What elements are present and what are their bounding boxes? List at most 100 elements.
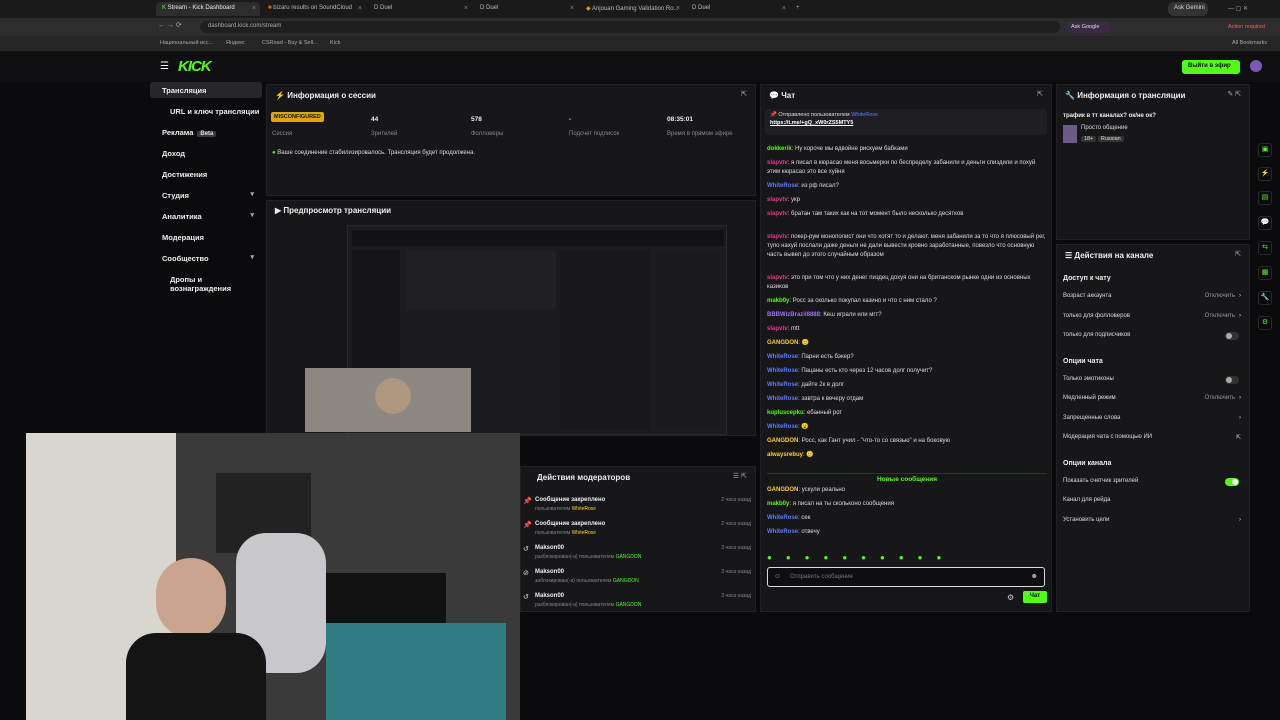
sidebar-item-analytics[interactable]: Аналитика ▾: [150, 208, 262, 224]
chat-username[interactable]: WhiteRose: [767, 382, 798, 388]
close-icon[interactable]: ×: [252, 5, 256, 12]
chat-username[interactable]: WhiteRose: [767, 368, 798, 374]
setting-value[interactable]: ⇱: [1232, 434, 1241, 441]
browser-tab[interactable]: D Duel ×: [474, 2, 578, 16]
expand-icon[interactable]: ☰ ⇱: [733, 472, 747, 480]
channel-setting-row[interactable]: Канал для рейда: [1057, 497, 1251, 511]
sidebar-item-studio[interactable]: Студия ▾: [150, 187, 262, 203]
chat-username[interactable]: GANGDON: [767, 340, 798, 346]
close-icon[interactable]: ×: [570, 5, 574, 12]
bookmark[interactable]: Kick: [330, 40, 340, 46]
setting-value[interactable]: Отключить ›: [1205, 395, 1241, 401]
channel-setting-row[interactable]: Медленный режим Отключить ›: [1057, 395, 1251, 409]
setting-value[interactable]: ›: [1235, 517, 1241, 523]
kick-logo[interactable]: KICK: [178, 58, 212, 75]
chat-username[interactable]: slapvtv: [767, 160, 788, 166]
edit-icon[interactable]: ✎ ⇱: [1227, 90, 1241, 98]
setting-value[interactable]: [1237, 497, 1241, 503]
smile-icon[interactable]: ☻: [1031, 573, 1038, 580]
chat-username[interactable]: slapvtv: [767, 234, 788, 240]
rail-icon[interactable]: 🔧: [1258, 291, 1272, 305]
nav-buttons[interactable]: ← → ⟳: [158, 21, 182, 29]
chat-username[interactable]: WhiteRose: [767, 396, 798, 402]
sidebar-item-url-key[interactable]: URL и ключ трансляции: [150, 103, 262, 119]
pinned-link[interactable]: https://t.me/+gQ_xW0rZS5MTY5: [770, 120, 1042, 126]
channel-setting-row[interactable]: Модерация чата с помощью ИИ ⇱: [1057, 434, 1251, 448]
expand-icon[interactable]: ⇱: [741, 90, 747, 98]
mod-action-user[interactable]: WhiteRose: [572, 506, 596, 512]
mod-action-user[interactable]: GANGDON: [613, 578, 639, 584]
gear-icon[interactable]: ⚙: [1007, 593, 1014, 602]
setting-value[interactable]: Отключить ›: [1205, 313, 1241, 319]
rail-icon[interactable]: ⚡: [1258, 167, 1272, 181]
chat-username[interactable]: dokkerik: [767, 146, 792, 152]
window-controls[interactable]: — ▢ ✕: [1222, 2, 1272, 16]
bookmark[interactable]: CSRoad - Buy & Sell...: [262, 40, 318, 46]
url-field[interactable]: dashboard.kick.com/stream: [200, 21, 1060, 33]
expand-icon[interactable]: ⇱: [1037, 90, 1043, 98]
toggle-switch[interactable]: [1225, 375, 1239, 384]
bookmark[interactable]: Яндекс: [226, 40, 245, 46]
browser-tab-active[interactable]: K Stream - Kick Dashboard ×: [156, 2, 260, 16]
mod-action-title[interactable]: Makson00: [535, 545, 564, 551]
channel-setting-row[interactable]: Запрещенные слова ›: [1057, 415, 1251, 429]
mod-action-user[interactable]: GANGDON: [616, 602, 642, 608]
sidebar-item-stream[interactable]: Трансляция: [150, 82, 262, 98]
action-required-label[interactable]: Action required: [1226, 22, 1274, 33]
channel-setting-row[interactable]: Возраст аккаунта Отключить ›: [1057, 293, 1251, 307]
mod-action-user[interactable]: GANGDON: [616, 554, 642, 560]
channel-setting-row[interactable]: только для подписчиков: [1057, 332, 1251, 346]
gemini-button[interactable]: Ask Gemini: [1168, 2, 1208, 16]
chat-username[interactable]: slapvtv: [767, 197, 788, 203]
chat-username[interactable]: kupluscepku: [767, 410, 804, 416]
emote-bar[interactable]: ●●●●●●●●●●: [767, 553, 1047, 563]
chat-username[interactable]: WhiteRose: [767, 424, 798, 430]
chat-username[interactable]: GANGDON: [767, 487, 798, 493]
chat-username[interactable]: WhiteRose: [767, 354, 798, 360]
rail-icon[interactable]: ▤: [1258, 191, 1272, 205]
browser-tab[interactable]: ■ bizaru results on SoundCloud ×: [262, 2, 366, 16]
chat-username[interactable]: GANGDON: [767, 438, 798, 444]
expand-icon[interactable]: ⇱: [1235, 250, 1241, 258]
rail-icon[interactable]: ⇆: [1258, 241, 1272, 255]
emote-icon[interactable]: ☺: [774, 573, 781, 580]
menu-icon[interactable]: ☰: [160, 61, 169, 72]
close-icon[interactable]: ×: [676, 5, 680, 12]
sidebar-item-revenue[interactable]: Доход: [150, 145, 262, 161]
chat-username[interactable]: slapvtv: [767, 275, 788, 281]
toggle-switch[interactable]: [1225, 332, 1239, 340]
sidebar-item-moderation[interactable]: Модерация: [150, 229, 262, 245]
rail-icon[interactable]: ▦: [1258, 266, 1272, 280]
avatar[interactable]: [1250, 60, 1262, 72]
close-icon[interactable]: ×: [358, 5, 362, 12]
setting-value[interactable]: ›: [1235, 415, 1241, 421]
chat-username[interactable]: WhiteRose: [767, 529, 798, 535]
close-icon[interactable]: ×: [782, 5, 786, 12]
mod-action-title[interactable]: Makson00: [535, 593, 564, 599]
rail-icon[interactable]: ▣: [1258, 143, 1272, 157]
chat-username[interactable]: WhiteRose: [767, 183, 798, 189]
mod-action-title[interactable]: Makson00: [535, 569, 564, 575]
chat-input[interactable]: ☺ Отправить сообщение ☻: [767, 567, 1045, 587]
mod-action-user[interactable]: WhiteRose: [572, 530, 596, 536]
sidebar-item-community[interactable]: Сообщество ▾: [150, 250, 262, 266]
browser-tab[interactable]: D Duel ×: [368, 2, 472, 16]
channel-setting-row[interactable]: Только эмотиконы: [1057, 375, 1251, 390]
channel-setting-row[interactable]: Показать счетчик зрителей: [1057, 477, 1251, 492]
setting-value[interactable]: Отключить ›: [1205, 293, 1241, 299]
toggle-switch[interactable]: [1225, 477, 1239, 486]
chat-username[interactable]: makb0y: [767, 501, 789, 507]
channel-setting-row[interactable]: Установить цели ›: [1057, 517, 1251, 531]
browser-tab[interactable]: D Duel ×: [686, 2, 790, 16]
chat-username[interactable]: slapvtv: [767, 326, 788, 332]
chat-username[interactable]: BBBWizBrazil8888: [767, 312, 820, 318]
chat-username[interactable]: makb0y: [767, 298, 789, 304]
bookmark[interactable]: Национальный исс...: [160, 40, 213, 46]
send-chat-button[interactable]: Чат: [1023, 591, 1047, 603]
ask-google-button[interactable]: Ask Google: [1066, 22, 1112, 33]
chat-username[interactable]: slapvtv: [767, 211, 788, 217]
all-bookmarks[interactable]: All Bookmarks: [1232, 40, 1267, 46]
new-tab-icon[interactable]: +: [790, 2, 804, 16]
sidebar-item-achievements[interactable]: Достижения: [150, 166, 262, 182]
go-live-button[interactable]: Выйти в эфир: [1182, 60, 1240, 74]
